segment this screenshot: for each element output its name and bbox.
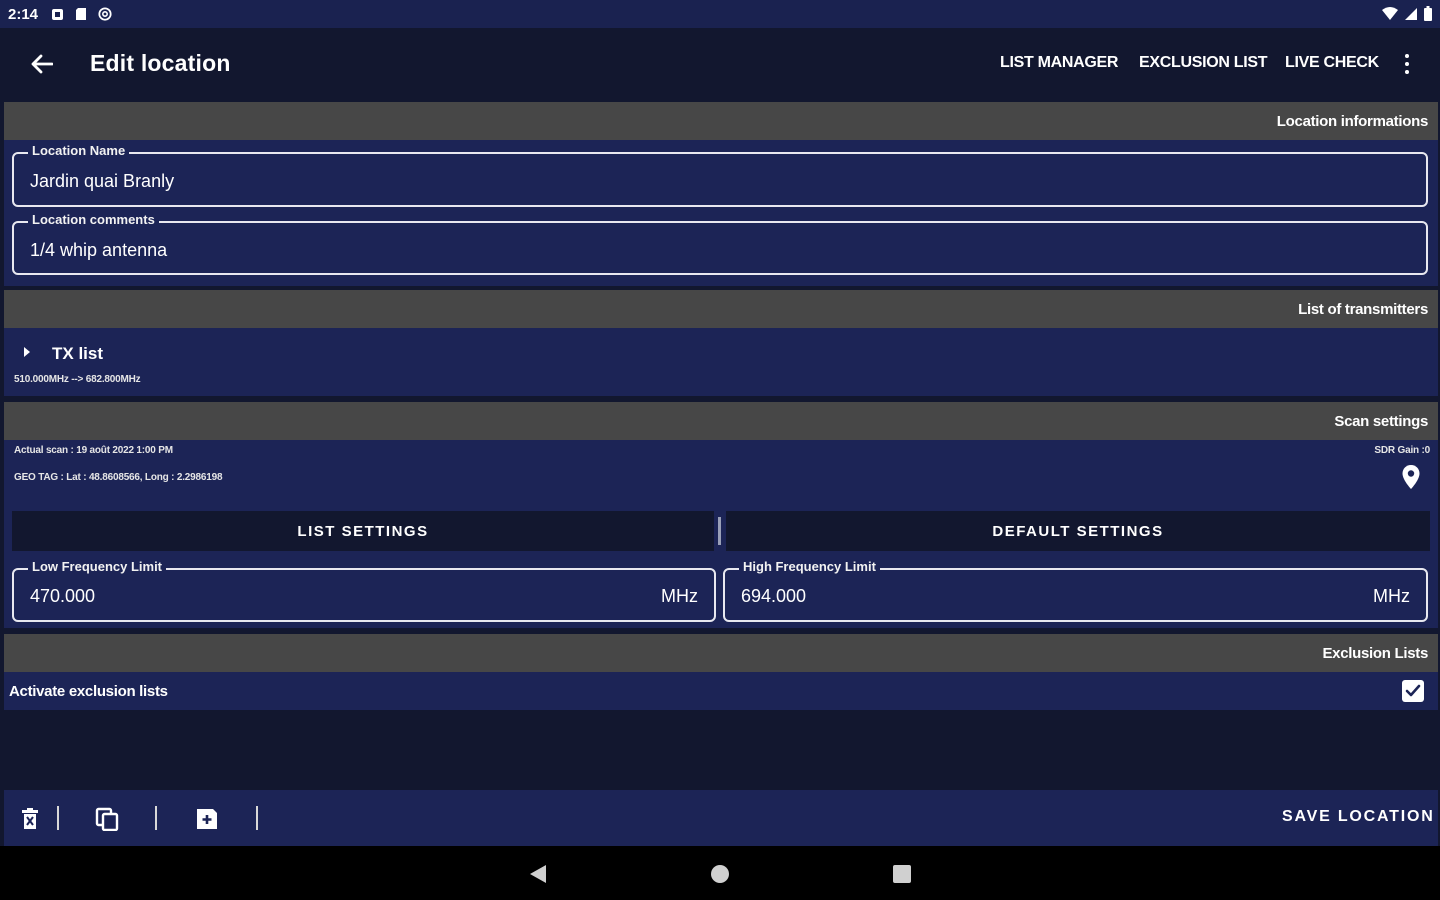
add-save-button[interactable] bbox=[191, 803, 223, 835]
delete-button[interactable] bbox=[14, 803, 46, 835]
location-section-title: Location informations bbox=[1276, 113, 1429, 130]
location-pin-icon[interactable] bbox=[1401, 464, 1421, 495]
battery-icon bbox=[1424, 6, 1432, 26]
tx-list-label: TX list bbox=[52, 344, 104, 363]
status-right-group bbox=[1382, 6, 1432, 26]
status-bar: 2:14 bbox=[0, 0, 1440, 28]
expand-arrow-icon bbox=[22, 345, 32, 363]
scan-section-title: Scan settings bbox=[1334, 413, 1428, 430]
transmitters-section-title: List of transmitters bbox=[1298, 301, 1428, 318]
at-sign-icon bbox=[98, 7, 112, 21]
transmitters-section-header: List of transmitters bbox=[4, 290, 1438, 328]
toolbar-divider bbox=[256, 806, 258, 830]
save-location-button[interactable]: SAVE LOCATION bbox=[1282, 808, 1435, 826]
location-comments-field[interactable]: Location comments 1/4 whip antenna bbox=[12, 212, 1428, 275]
exclusion-section-body: Activate exclusion lists bbox=[4, 672, 1438, 710]
arrow-left-icon bbox=[31, 54, 53, 74]
tab-divider bbox=[718, 517, 721, 545]
activate-exclusion-label: Activate exclusion lists bbox=[9, 683, 168, 700]
low-frequency-value: 470.000 bbox=[30, 586, 96, 606]
tab-list-settings[interactable]: LIST SETTINGS bbox=[12, 511, 714, 551]
nav-recents-button[interactable] bbox=[888, 860, 916, 888]
exclusion-list-button[interactable]: EXCLUSION LIST bbox=[1139, 54, 1268, 72]
list-manager-button[interactable]: LIST MANAGER bbox=[1000, 54, 1118, 72]
activate-exclusion-checkbox[interactable] bbox=[1402, 680, 1424, 702]
page-title: Edit location bbox=[90, 50, 231, 76]
trash-icon bbox=[22, 808, 38, 829]
low-frequency-field[interactable]: Low Frequency Limit 470.000 MHz bbox=[12, 559, 716, 622]
scan-section-header: Scan settings bbox=[4, 402, 1438, 440]
check-icon bbox=[1405, 684, 1421, 697]
more-vert-icon[interactable] bbox=[1396, 48, 1418, 80]
save-plus-icon bbox=[197, 809, 217, 829]
exclusion-section-header: Exclusion Lists bbox=[4, 634, 1438, 672]
location-comments-value: 1/4 whip antenna bbox=[30, 240, 168, 260]
signal-icon bbox=[1404, 7, 1418, 26]
copy-button[interactable] bbox=[91, 803, 123, 835]
geo-tag-text: GEO TAG : Lat : 48.8608566, Long : 2.298… bbox=[14, 472, 223, 483]
high-frequency-field[interactable]: High Frequency Limit 694.000 MHz bbox=[723, 559, 1428, 622]
notification-box-icon bbox=[50, 7, 64, 21]
tx-list-row[interactable]: TX list 510.000MHz --> 682.800MHz bbox=[4, 328, 1438, 396]
live-check-button[interactable]: LIVE CHECK bbox=[1285, 54, 1379, 72]
triangle-back-icon bbox=[530, 865, 546, 883]
wifi-icon bbox=[1382, 6, 1398, 26]
tx-range-text: 510.000MHz --> 682.800MHz bbox=[14, 374, 141, 385]
low-frequency-label: Low Frequency Limit bbox=[28, 559, 167, 574]
sd-card-icon bbox=[74, 7, 88, 21]
exclusion-section-title: Exclusion Lists bbox=[1322, 645, 1428, 662]
back-button[interactable] bbox=[22, 42, 62, 86]
location-name-label: Location Name bbox=[28, 143, 130, 158]
square-recents-icon bbox=[893, 865, 911, 883]
high-frequency-value: 694.000 bbox=[741, 586, 807, 606]
sdr-gain-text: SDR Gain :0 bbox=[1374, 445, 1430, 456]
copy-icon bbox=[95, 807, 119, 831]
tab-default-settings[interactable]: DEFAULT SETTINGS bbox=[726, 511, 1430, 551]
toolbar-divider bbox=[155, 806, 157, 830]
location-name-value: Jardin quai Branly bbox=[30, 171, 175, 191]
location-section-header: Location informations bbox=[4, 102, 1438, 140]
circle-home-icon bbox=[711, 865, 729, 883]
nav-home-button[interactable] bbox=[706, 860, 734, 888]
status-time: 2:14 bbox=[8, 5, 39, 23]
nav-back-button[interactable] bbox=[524, 860, 552, 888]
app-bar: Edit location LIST MANAGER EXCLUSION LIS… bbox=[0, 28, 1440, 100]
low-frequency-unit: MHz bbox=[661, 586, 698, 606]
high-frequency-unit: MHz bbox=[1373, 586, 1410, 606]
actual-scan-text: Actual scan : 19 août 2022 1:00 PM bbox=[14, 445, 173, 456]
location-comments-label: Location comments bbox=[28, 212, 159, 227]
location-name-field[interactable]: Location Name Jardin quai Branly bbox=[12, 143, 1428, 207]
toolbar-divider bbox=[57, 806, 59, 830]
high-frequency-label: High Frequency Limit bbox=[739, 559, 880, 574]
